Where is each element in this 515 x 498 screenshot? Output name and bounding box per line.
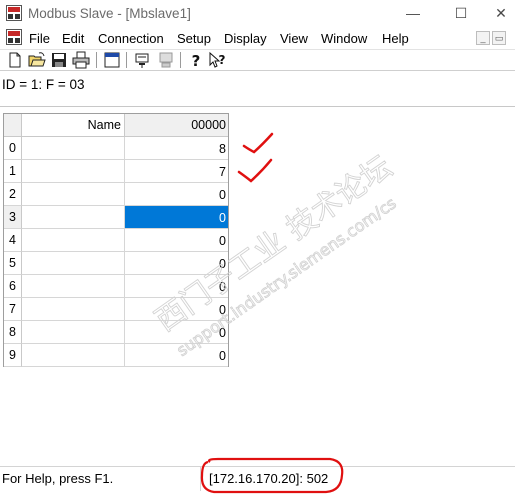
row-header[interactable]: 1 <box>4 160 22 183</box>
divider <box>0 106 515 107</box>
svg-text:?: ? <box>219 53 226 67</box>
document-icon[interactable] <box>6 29 22 45</box>
row-header[interactable]: 0 <box>4 137 22 160</box>
row-header[interactable]: 7 <box>4 298 22 321</box>
name-cell[interactable] <box>22 321 125 344</box>
save-icon[interactable] <box>50 51 68 69</box>
row-header[interactable]: 4 <box>4 229 22 252</box>
window-icon[interactable] <box>103 51 121 69</box>
name-cell[interactable] <box>22 229 125 252</box>
table-corner-header[interactable] <box>4 114 22 137</box>
name-cell[interactable] <box>22 206 125 229</box>
window-title: Modbus Slave - [Mbslave1] <box>28 6 191 21</box>
modbus-app-icon[interactable] <box>6 5 22 21</box>
register-value-cell[interactable]: 8 <box>125 137 228 160</box>
register-value-cell[interactable]: 0 <box>125 252 228 275</box>
name-cell[interactable] <box>22 344 125 367</box>
register-table[interactable]: Name 00000 08172030405060708090 <box>3 113 229 367</box>
menu-display[interactable]: Display <box>224 31 267 46</box>
menu-file[interactable]: File <box>29 31 50 46</box>
status-help-text: For Help, press F1. <box>2 471 114 486</box>
close-button[interactable]: ✕ <box>478 0 515 27</box>
row-header[interactable]: 2 <box>4 183 22 206</box>
register-value-cell[interactable]: 0 <box>125 229 228 252</box>
menu-edit[interactable]: Edit <box>62 31 84 46</box>
register-value-cell[interactable]: 0 <box>125 344 228 367</box>
connect-icon[interactable] <box>134 51 152 69</box>
toolbar-separator <box>126 52 127 68</box>
new-icon[interactable] <box>6 51 24 69</box>
checkmark-annotation <box>237 158 273 183</box>
mdi-restore-button[interactable]: ▭ <box>492 31 506 45</box>
menu-connection[interactable]: Connection <box>98 31 164 46</box>
help-icon[interactable]: ? <box>187 51 205 69</box>
row-header[interactable]: 6 <box>4 275 22 298</box>
register-value-cell[interactable]: 0 <box>125 298 228 321</box>
name-cell[interactable] <box>22 298 125 321</box>
register-value-cell[interactable]: 0 <box>125 206 228 229</box>
register-value-cell[interactable]: 0 <box>125 275 228 298</box>
minimize-button[interactable]: — <box>390 0 436 27</box>
menu-help[interactable]: Help <box>382 31 409 46</box>
row-header[interactable]: 3 <box>4 206 22 229</box>
register-value-cell[interactable]: 7 <box>125 160 228 183</box>
name-cell[interactable] <box>22 183 125 206</box>
name-cell[interactable] <box>22 252 125 275</box>
menu-setup[interactable]: Setup <box>177 31 211 46</box>
name-column-header[interactable]: Name <box>22 114 125 137</box>
register-value-cell[interactable]: 0 <box>125 183 228 206</box>
disconnect-icon[interactable] <box>157 51 175 69</box>
name-cell[interactable] <box>22 137 125 160</box>
checkmark-annotation <box>242 132 274 154</box>
status-connection-text: [172.16.170.20]: 502 <box>209 471 329 486</box>
row-header[interactable]: 8 <box>4 321 22 344</box>
mdi-minimize-button[interactable]: _ <box>476 31 490 45</box>
row-header[interactable]: 5 <box>4 252 22 275</box>
toolbar-separator <box>96 52 97 68</box>
menu-view[interactable]: View <box>280 31 308 46</box>
watermark-text: 技术论坛 <box>280 149 398 246</box>
address-column-header[interactable]: 00000 <box>125 114 228 137</box>
name-cell[interactable] <box>22 275 125 298</box>
svg-text:?: ? <box>192 52 201 69</box>
open-icon[interactable] <box>28 51 46 69</box>
toolbar-separator <box>180 52 181 68</box>
print-icon[interactable] <box>72 51 90 69</box>
row-header[interactable]: 9 <box>4 344 22 367</box>
register-value-cell[interactable]: 0 <box>125 321 228 344</box>
name-cell[interactable] <box>22 160 125 183</box>
slave-id-function-label: ID = 1: F = 03 <box>2 77 85 92</box>
menu-window[interactable]: Window <box>321 31 367 46</box>
context-help-icon[interactable]: ? <box>208 51 226 69</box>
